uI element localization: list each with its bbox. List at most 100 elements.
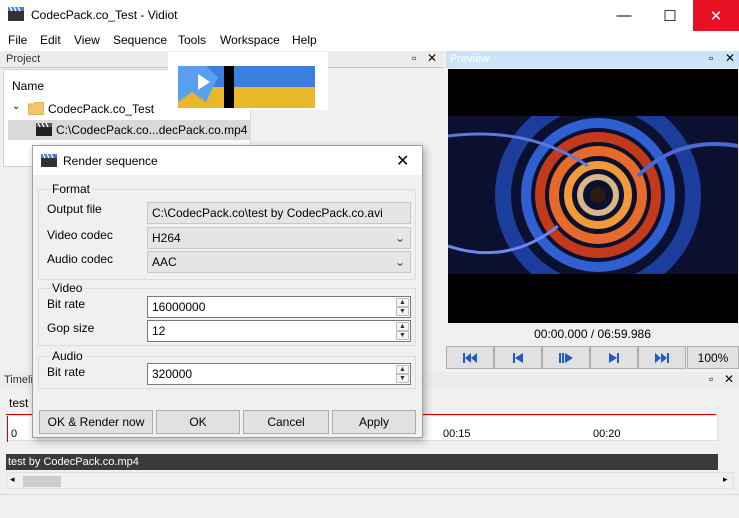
apply-button[interactable]: Apply	[332, 410, 416, 434]
play-button[interactable]	[542, 346, 590, 369]
audio-bitrate-label: Bit rate	[47, 365, 86, 379]
menu-edit[interactable]: Edit	[40, 33, 61, 47]
maximize-button[interactable]: ☐	[647, 0, 693, 31]
gop-size-input[interactable]: 12 ▲ ▼	[147, 320, 411, 342]
menu-help[interactable]: Help	[292, 33, 317, 47]
clapperboard-icon	[8, 7, 24, 21]
skip-to-end-button[interactable]	[638, 346, 686, 369]
panel-maximize-icon[interactable]: ▫	[709, 373, 720, 385]
gop-size-spinner[interactable]: ▲ ▼	[396, 322, 409, 340]
audio-group-label: Audio	[50, 349, 85, 363]
timeline-clip[interactable]: test by CodecPack.co.mp4	[6, 454, 718, 470]
scroll-right-icon[interactable]: ▸	[723, 474, 728, 485]
ruler-label: 00:20	[593, 428, 621, 440]
maximize-icon: ☐	[663, 7, 677, 25]
folder-icon	[28, 102, 44, 115]
transport-controls: 100%	[446, 346, 739, 370]
status-bar	[0, 494, 739, 518]
skip-to-start-icon	[463, 352, 477, 363]
title-bar: CodecPack.co_Test - Vidiot — ☐ ✕	[0, 0, 739, 31]
spin-down-icon[interactable]: ▼	[396, 374, 409, 383]
video-preview[interactable]	[448, 69, 738, 323]
close-button[interactable]: ✕	[693, 0, 739, 31]
menu-view[interactable]: View	[74, 33, 100, 47]
audio-codec-select[interactable]: AAC ⌄	[147, 251, 411, 273]
chevron-down-icon: ⌄	[394, 255, 405, 269]
panel-close-icon[interactable]: ✕	[427, 52, 438, 64]
dialog-title-bar: Render sequence ✕	[33, 146, 422, 175]
column-header-name[interactable]: Name	[12, 79, 44, 93]
preview-panel: Preview ▫ ✕ 00:00.000 / 06:59.986 100%	[446, 51, 739, 369]
vidiot-window: CodecPack.co_Test - Vidiot — ☐ ✕ File Ed…	[0, 0, 739, 518]
menu-tools[interactable]: Tools	[178, 33, 206, 47]
play-icon	[559, 352, 573, 363]
dialog-close-icon[interactable]: ✕	[396, 151, 409, 171]
menu-workspace[interactable]: Workspace	[220, 33, 280, 47]
playhead-marker[interactable]	[7, 416, 8, 442]
chevron-down-icon[interactable]: ⌄	[12, 101, 20, 112]
vertical-scrollbar[interactable]	[718, 415, 734, 441]
panel-close-icon[interactable]: ✕	[724, 373, 735, 385]
panel-maximize-icon[interactable]: ▫	[412, 52, 423, 64]
preview-panel-header: Preview ▫ ✕	[446, 51, 739, 68]
video-group-label: Video	[50, 281, 85, 295]
panel-maximize-icon[interactable]: ▫	[709, 52, 720, 64]
video-file-icon	[36, 123, 52, 136]
zoom-button[interactable]: 100%	[687, 346, 739, 369]
audio-codec-value: AAC	[152, 255, 177, 269]
step-forward-button[interactable]	[590, 346, 638, 369]
preview-panel-title: Preview	[450, 53, 490, 65]
horizontal-scrollbar[interactable]: ◂ ▸	[6, 472, 734, 489]
video-group: Video Bit rate 16000000 ▲ ▼ Gop size 12 ▲…	[38, 281, 416, 346]
spin-up-icon[interactable]: ▲	[396, 298, 409, 307]
minimize-icon: —	[616, 7, 632, 24]
timecode-display: 00:00.000 / 06:59.986	[534, 327, 651, 341]
skip-to-start-button[interactable]	[446, 346, 494, 369]
step-back-icon	[513, 352, 523, 363]
spin-up-icon[interactable]: ▲	[396, 365, 409, 374]
skip-to-end-icon	[655, 352, 669, 363]
menu-bar: File Edit View Sequence Tools Workspace …	[0, 31, 739, 51]
video-codec-select[interactable]: H264 ⌄	[147, 227, 411, 249]
audio-bitrate-input[interactable]: 320000 ▲ ▼	[147, 363, 411, 385]
audio-bitrate-spinner[interactable]: ▲ ▼	[396, 365, 409, 383]
cancel-button[interactable]: Cancel	[243, 410, 329, 434]
ok-button[interactable]: OK	[156, 410, 240, 434]
menu-sequence[interactable]: Sequence	[113, 33, 167, 47]
gop-size-value: 12	[152, 324, 166, 338]
gop-size-label: Gop size	[47, 321, 95, 335]
codecpack-logo	[168, 52, 328, 110]
audio-group: Audio Bit rate 320000 ▲ ▼	[38, 349, 416, 389]
output-file-field[interactable]: C:\CodecPack.co\test by CodecPack.co.avi	[147, 202, 411, 224]
scrollbar-thumb[interactable]	[23, 476, 61, 487]
folder-label: CodecPack.co_Test	[48, 102, 155, 116]
chevron-down-icon: ⌄	[394, 231, 405, 245]
tree-item-file[interactable]: C:\CodecPack.co...decPack.co.mp4	[8, 120, 253, 140]
format-group: Format Output file C:\CodecPack.co\test …	[38, 182, 416, 280]
spin-up-icon[interactable]: ▲	[396, 322, 409, 331]
audio-bitrate-value: 320000	[152, 367, 193, 381]
panel-close-icon[interactable]: ✕	[725, 52, 736, 64]
video-codec-value: H264	[152, 231, 181, 245]
clapperboard-icon	[41, 154, 57, 167]
output-file-label: Output file	[47, 202, 102, 216]
dialog-title: Render sequence	[63, 154, 158, 168]
ok-render-now-button[interactable]: OK & Render now	[39, 410, 153, 434]
ruler-label: 0	[11, 428, 18, 440]
step-back-button[interactable]	[494, 346, 542, 369]
video-bitrate-input[interactable]: 16000000 ▲ ▼	[147, 296, 411, 318]
spin-down-icon[interactable]: ▼	[396, 307, 409, 316]
window-title: CodecPack.co_Test - Vidiot	[31, 8, 178, 22]
video-codec-label: Video codec	[47, 228, 113, 242]
project-panel-title: Project	[6, 53, 41, 65]
scroll-left-icon[interactable]: ◂	[10, 474, 15, 485]
audio-codec-label: Audio codec	[47, 252, 114, 266]
preview-frame-image	[448, 116, 738, 274]
render-sequence-dialog: Render sequence ✕ Format Output file C:\…	[32, 145, 423, 438]
menu-file[interactable]: File	[8, 33, 27, 47]
ruler-label: 00:15	[443, 428, 471, 440]
video-bitrate-spinner[interactable]: ▲ ▼	[396, 298, 409, 316]
minimize-button[interactable]: —	[601, 0, 647, 31]
video-bitrate-label: Bit rate	[47, 297, 86, 311]
spin-down-icon[interactable]: ▼	[396, 331, 409, 340]
